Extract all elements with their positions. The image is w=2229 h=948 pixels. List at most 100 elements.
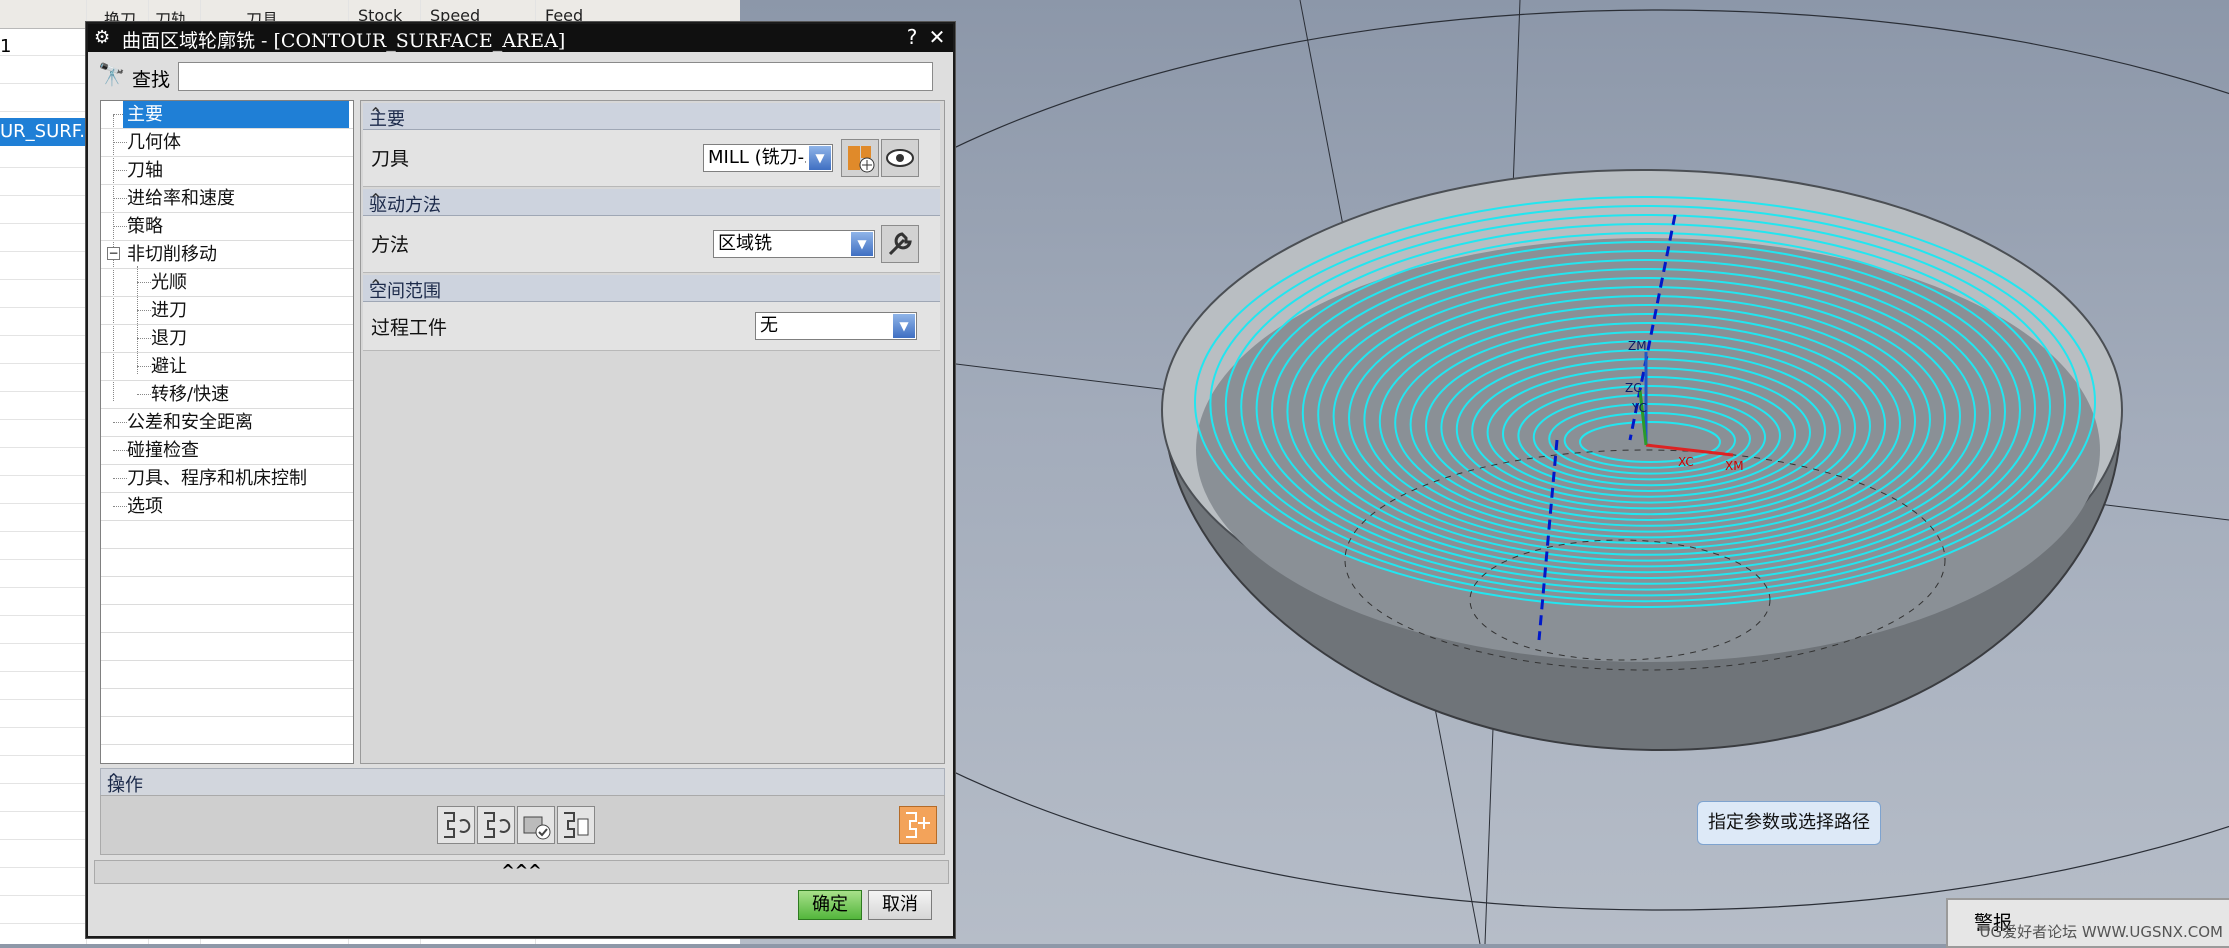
method-select[interactable]: 区域铣 ▼: [713, 230, 875, 258]
settings-panel: 主要 ⌃ 刀具 MILL (铣刀-5 ▼ 驱动方法 ⌃ 方法 区域铣 ▼ 空间范…: [360, 100, 945, 764]
tree-row-divider: [101, 184, 353, 185]
tree-row-divider: [101, 632, 353, 633]
generate-path-icon: [484, 812, 511, 838]
chevron-up-icon[interactable]: ⌃: [107, 770, 936, 789]
tree-row-divider: [101, 352, 353, 353]
alarm-panel[interactable]: 警报 UG爱好者论坛 WWW.UGSNX.COM: [1946, 898, 2229, 948]
triad-yc-label: YC: [1631, 401, 1647, 415]
section-space-header[interactable]: 空间范围 ⌃: [363, 275, 940, 302]
status-tooltip: 指定参数或选择路径: [1697, 801, 1881, 845]
cancel-button[interactable]: 取消: [868, 890, 932, 920]
tree-row-divider: [101, 408, 353, 409]
method-label: 方法: [371, 234, 410, 256]
eye-icon: [886, 149, 914, 167]
tree-item-tool-program-machine[interactable]: 刀具、程序和机床控制: [127, 465, 307, 492]
navigator-selected-operation[interactable]: UR_SURF...: [0, 118, 86, 146]
tool-select-value: MILL (铣刀-5: [708, 147, 806, 168]
tree-row-divider: [101, 492, 353, 493]
generate-icon: [906, 812, 930, 838]
method-select-value: 区域铣: [718, 233, 772, 254]
replay-icon: [444, 812, 471, 838]
search-row: 🔭 查找: [98, 61, 943, 95]
generate-path-button[interactable]: [477, 806, 515, 844]
tree-item-geometry[interactable]: 几何体: [127, 129, 181, 156]
dialog-titlebar[interactable]: ⚙ 曲面区域轮廓铣 - [CONTOUR_SURFACE_AREA] ? ✕: [88, 24, 953, 52]
contour-surface-area-dialog: ⚙ 曲面区域轮廓铣 - [CONTOUR_SURFACE_AREA] ? ✕ 🔭…: [86, 22, 955, 938]
chevron-down-icon[interactable]: ▼: [893, 314, 915, 338]
section-main-header[interactable]: 主要 ⌃: [363, 103, 940, 130]
tree-row-divider: [101, 660, 353, 661]
collapse-icon[interactable]: −: [107, 247, 120, 260]
tree-item-main[interactable]: 主要: [123, 101, 349, 128]
tree-item-strategy[interactable]: 策略: [127, 213, 163, 240]
section-main-body: 刀具 MILL (铣刀-5 ▼: [363, 130, 940, 187]
part-view: ZM ZC YC XC XM: [740, 0, 2229, 944]
dialog-title: 曲面区域轮廓铣 - [CONTOUR_SURFACE_AREA]: [122, 30, 566, 52]
graphics-viewport[interactable]: ZM ZC YC XC XM 指定参数或选择路径: [740, 0, 2229, 944]
verify-icon: [523, 816, 551, 840]
more-options-bar[interactable]: ^^^: [94, 860, 949, 884]
chevron-down-icon[interactable]: ▼: [809, 146, 831, 170]
section-operations-header[interactable]: 操作 ⌃: [100, 768, 945, 796]
gear-icon[interactable]: ⚙: [94, 27, 110, 48]
chevron-up-icon[interactable]: ⌃: [369, 276, 932, 295]
wrench-icon: [888, 232, 912, 256]
tool-label: 刀具: [371, 148, 410, 170]
close-button[interactable]: ✕: [926, 26, 948, 48]
tree-row-divider: [101, 464, 353, 465]
tree-item-tool-axis[interactable]: 刀轴: [127, 157, 163, 184]
tree-item-collision-check[interactable]: 碰撞检查: [127, 437, 199, 464]
tree-item-tolerances[interactable]: 公差和安全距离: [127, 409, 253, 436]
binoculars-icon: 🔭: [98, 63, 126, 88]
chevron-down-icon[interactable]: ▼: [851, 232, 873, 256]
display-tool-button[interactable]: [881, 139, 919, 177]
tree-item-non-cutting-moves[interactable]: 非切削移动: [127, 241, 217, 268]
tree-row-divider: [101, 212, 353, 213]
tree-item-options[interactable]: 选项: [127, 493, 163, 520]
tree-row-divider: [101, 520, 353, 521]
tree-item-engage[interactable]: 进刀: [151, 297, 187, 324]
tree-item-retract[interactable]: 退刀: [151, 325, 187, 352]
triad-xm-label: XM: [1725, 459, 1744, 473]
tree-row-divider: [101, 296, 353, 297]
tree-row-divider: [101, 128, 353, 129]
tree-row-divider: [101, 604, 353, 605]
tree-row-divider: [101, 744, 353, 745]
list-icon: [564, 812, 589, 838]
search-label: 查找: [132, 69, 171, 91]
tool-select[interactable]: MILL (铣刀-5 ▼: [703, 144, 833, 172]
edit-drive-method-button[interactable]: [881, 225, 919, 263]
forum-watermark: UG爱好者论坛 WWW.UGSNX.COM: [1979, 923, 2223, 941]
settings-tree: 主要 几何体 刀轴 进给率和速度 策略 − 非切削移动 光顺 进刀 退刀 避让 …: [100, 100, 354, 764]
new-tool-icon: [848, 146, 875, 173]
triad-zm-label: ZM: [1628, 339, 1647, 353]
tree-item-smoothing[interactable]: 光顺: [151, 269, 187, 296]
in-process-workpiece-select[interactable]: 无 ▼: [755, 312, 917, 340]
tree-item-feeds-speeds[interactable]: 进给率和速度: [127, 185, 235, 212]
operations-toolbar: [100, 795, 945, 855]
new-tool-button[interactable]: [841, 139, 879, 177]
help-button[interactable]: ?: [901, 26, 923, 48]
ok-button[interactable]: 确定: [798, 890, 862, 920]
tree-item-avoidance[interactable]: 避让: [151, 353, 187, 380]
list-button[interactable]: [557, 806, 595, 844]
section-drive-body: 方法 区域铣 ▼: [363, 216, 940, 273]
tree-item-transfer[interactable]: 转移/快速: [151, 381, 229, 408]
section-drive-header[interactable]: 驱动方法 ⌃: [363, 189, 940, 216]
chevron-up-icon[interactable]: ⌃: [369, 190, 932, 209]
in-process-workpiece-label: 过程工件: [371, 317, 448, 339]
search-input[interactable]: [178, 62, 933, 91]
triad-zc-label: ZC: [1625, 381, 1642, 395]
tree-row-divider: [101, 716, 353, 717]
verify-button[interactable]: [517, 806, 555, 844]
tree-row-divider: [101, 688, 353, 689]
tree-row-divider: [101, 240, 353, 241]
tree-row-divider: [101, 548, 353, 549]
generate-button[interactable]: [899, 806, 937, 844]
chevron-up-icon[interactable]: ⌃: [369, 104, 932, 123]
navigator-row-value: 1: [0, 36, 12, 57]
replay-button[interactable]: [437, 806, 475, 844]
tree-row-divider: [101, 576, 353, 577]
tree-row-divider: [101, 380, 353, 381]
section-space-body: 过程工件 无 ▼: [363, 302, 940, 351]
